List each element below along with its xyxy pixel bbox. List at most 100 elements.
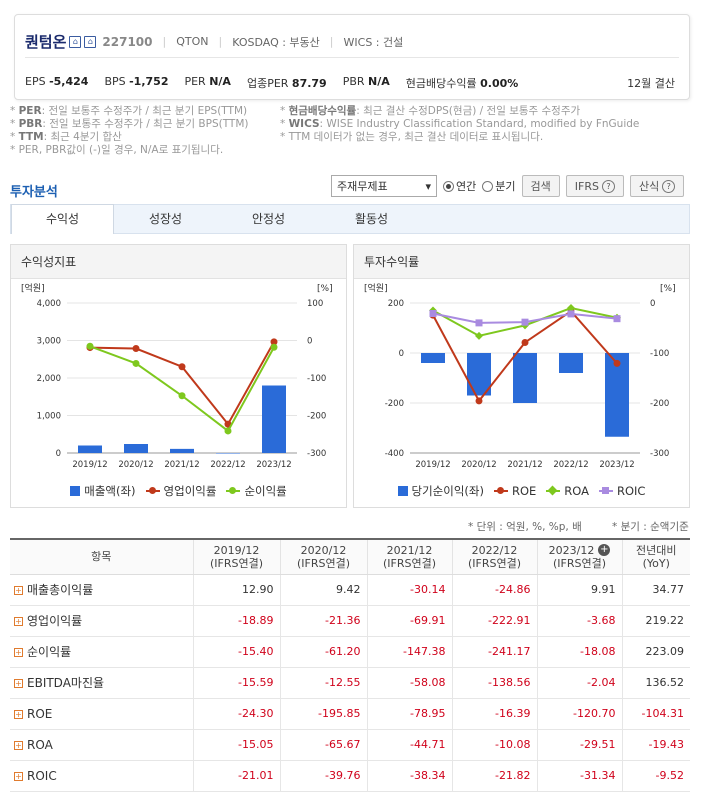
- y-tick-right: -200: [307, 412, 326, 422]
- radio-annual[interactable]: 연간: [443, 178, 476, 194]
- return-chart-panel: 투자수익률 [억원] [%] 200 0 -200 -400 0 -100 -200 -300 20…: [353, 244, 690, 508]
- x-tick-label: 2023/12: [599, 460, 634, 469]
- table-cell: -222.91: [451, 605, 537, 637]
- data-point: [132, 345, 140, 353]
- statement-select[interactable]: 주재무제표 ▾: [331, 175, 437, 197]
- analysis-tabs: 수익성 성장성 안정성 활동성: [10, 204, 690, 234]
- stat-eps: EPS -5,424: [25, 75, 89, 88]
- row-label[interactable]: + ROIC: [10, 760, 193, 792]
- ifrs-help-button[interactable]: IFRS?: [565, 175, 624, 197]
- home-icon[interactable]: ⌂: [69, 35, 82, 48]
- company-header: 퀀텀온 ⌂ ⌂ 227100 | QTON | KOSDAQ : 부동산 | W…: [14, 14, 690, 100]
- y-tick-right: 0: [307, 337, 312, 347]
- row-label[interactable]: + EBITDA마진율: [10, 667, 193, 699]
- radio-annual-dot: [443, 180, 454, 192]
- table-row[interactable]: + EBITDA마진율 -15.59 -12.55 -58.08 -138.56 -2.04…: [10, 667, 690, 699]
- legend-item[interactable]: 매출액(좌): [70, 483, 136, 499]
- legend-label: 순이익률: [244, 484, 287, 498]
- bank-icon[interactable]: ⌂: [84, 35, 97, 48]
- profitability-chart: [억원] [%] 4,000 3,000 2,000 1,000 0 100 0 -100 -200…: [21, 282, 333, 469]
- table-cell: 136.52: [621, 667, 690, 699]
- row-label[interactable]: + ROA: [10, 729, 193, 761]
- table-cell: -195.85: [279, 698, 367, 730]
- legend-swatch: [546, 485, 561, 496]
- tab-stability[interactable]: 안정성: [217, 205, 320, 233]
- legend-label: 영업이익률: [163, 484, 217, 498]
- legend-item[interactable]: ROE: [493, 483, 536, 499]
- x-tick-label: 2021/12: [164, 460, 199, 469]
- tab-activity[interactable]: 활동성: [320, 205, 423, 233]
- x-tick-label: 2020/12: [461, 460, 496, 469]
- table-row[interactable]: + 영업이익률 -18.89 -21.36 -69.91 -222.91 -3.68 219.…: [10, 605, 690, 637]
- table-row[interactable]: + ROE -24.30 -195.85 -78.95 -16.39 -120.70 -104…: [10, 698, 690, 730]
- col-2019: 2019/12 (IFRS연결): [192, 538, 280, 575]
- bar: [78, 445, 102, 453]
- search-button[interactable]: 검색: [521, 175, 560, 197]
- y-tick-left: 2,000: [37, 374, 61, 384]
- help-icon: ?: [601, 179, 615, 193]
- note-ttm: * TTM: 최근 4분기 합산: [10, 131, 122, 143]
- data-point: [521, 338, 529, 346]
- legend-item[interactable]: 당기순이익(좌): [397, 483, 484, 499]
- y-tick-right: -200: [650, 399, 669, 409]
- expand-row-icon[interactable]: +: [14, 586, 23, 595]
- table-cell: -78.95: [366, 698, 452, 730]
- stat-per: PER N/A: [184, 75, 231, 88]
- row-label[interactable]: + ROE: [10, 698, 193, 730]
- help-icon: ?: [662, 179, 676, 193]
- legend-swatch: [397, 486, 408, 496]
- stat-industry-per: 업종PER 87.79: [246, 77, 327, 90]
- bar: [170, 448, 194, 453]
- expand-row-icon[interactable]: +: [14, 771, 23, 781]
- row-label[interactable]: + 영업이익률: [10, 605, 193, 637]
- col-2020: 2020/12 (IFRS연결): [279, 538, 367, 575]
- note-dividend: * 현금배당수익률: 최근 결산 수정DPS(현금) / 전일 보통주 수정주가: [280, 105, 581, 117]
- formula-help-button[interactable]: 산식?: [629, 175, 685, 197]
- expand-row-icon[interactable]: +: [14, 740, 23, 750]
- table-row[interactable]: + 매출총이익률 12.90 9.42 -30.14 -24.86 9.91 34.77: [10, 574, 690, 606]
- table-row[interactable]: + 순이익률 -15.40 -61.20 -147.38 -241.17 -18.08 223…: [10, 636, 690, 668]
- col-2021: 2021/12 (IFRS연결): [366, 538, 452, 575]
- row-label[interactable]: + 순이익률: [10, 636, 193, 668]
- col-yoy: 전년대비 (YoY): [621, 538, 690, 575]
- table-cell: -21.36: [279, 605, 367, 637]
- table-cell: -24.30: [192, 698, 280, 730]
- y-tick-right: 0: [650, 299, 655, 309]
- table-row[interactable]: + ROIC -21.01 -39.76 -38.34 -21.82 -31.34 -9.52: [10, 760, 690, 792]
- table-cell: -9.52: [621, 760, 690, 792]
- table-cell: -120.70: [536, 698, 622, 730]
- legend-item[interactable]: 영업이익률: [145, 483, 217, 499]
- series-line: [89, 345, 275, 433]
- legend-item[interactable]: 순이익률: [226, 483, 287, 499]
- tab-profitability[interactable]: 수익성: [11, 204, 114, 234]
- y-tick-left: 4,000: [37, 299, 61, 309]
- legend-swatch: [599, 487, 613, 494]
- legend-item[interactable]: ROIC: [599, 483, 645, 499]
- y-tick-right: -100: [650, 349, 669, 359]
- bar: [513, 353, 537, 403]
- table-cell: -31.34: [536, 760, 622, 792]
- legend-label: ROA: [564, 484, 589, 498]
- quarter-note: * 분기 : 순액기준: [612, 521, 689, 533]
- radio-quarter[interactable]: 분기: [482, 178, 516, 194]
- y-tick-left: 3,000: [37, 337, 61, 347]
- note-wics: * WICS: WISE Industry Classification Sta…: [280, 118, 640, 130]
- chart-title: 수익성지표: [11, 245, 346, 279]
- tab-growth[interactable]: 성장성: [114, 205, 217, 233]
- expand-row-icon[interactable]: +: [14, 648, 23, 657]
- expand-row-icon[interactable]: +: [14, 709, 23, 719]
- table-cell: -29.51: [536, 729, 622, 761]
- y-tick-left: 0: [399, 349, 404, 359]
- expand-row-icon[interactable]: +: [14, 617, 23, 626]
- row-label[interactable]: + 매출총이익률: [10, 574, 193, 606]
- table-row[interactable]: + ROA -15.05 -65.67 -44.71 -10.08 -29.51 -19.43: [10, 729, 690, 761]
- expand-columns-icon[interactable]: +: [598, 543, 611, 556]
- data-point: [613, 315, 621, 323]
- section-title: 투자분석: [10, 185, 58, 200]
- table-cell: -18.89: [192, 605, 280, 637]
- legend-item[interactable]: ROA: [546, 483, 589, 499]
- data-point: [475, 319, 483, 327]
- data-point: [270, 343, 278, 351]
- expand-row-icon[interactable]: +: [14, 679, 23, 688]
- y-tick-left: -400: [385, 449, 404, 459]
